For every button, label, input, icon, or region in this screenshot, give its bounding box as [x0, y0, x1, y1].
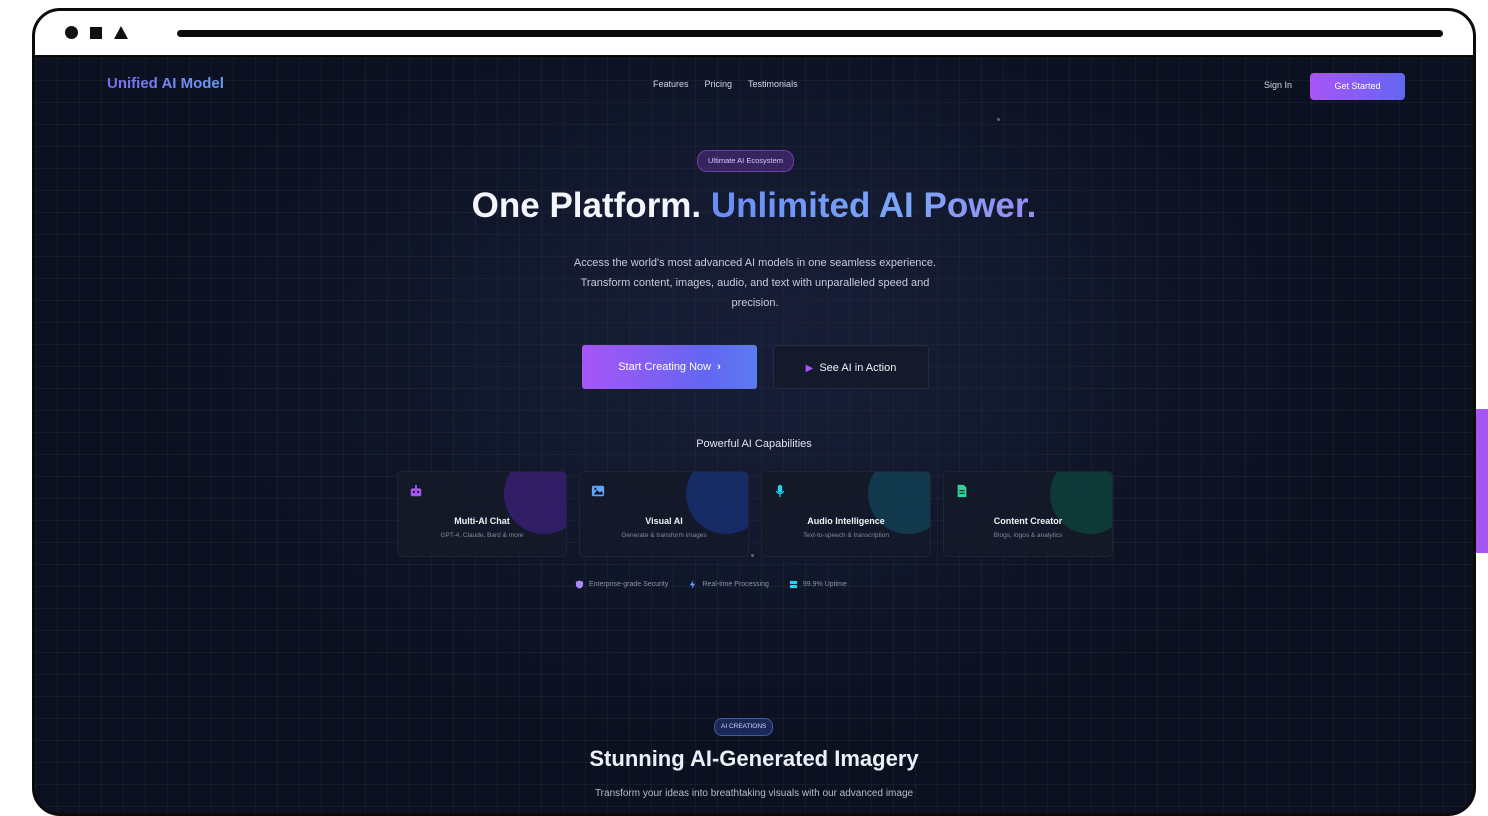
nav-link-features[interactable]: Features [653, 79, 689, 89]
card-title: Audio Intelligence [807, 516, 885, 526]
browser-title-bar [35, 11, 1473, 58]
feature-label: Enterprise-grade Security [589, 581, 669, 588]
creations-subtitle: Transform your ideas into breathtaking v… [594, 788, 914, 799]
server-icon [789, 580, 798, 589]
lightning-icon [690, 580, 696, 589]
window-controls [65, 26, 128, 39]
hero-subtitle: Access the world's most advanced AI mode… [505, 253, 1005, 313]
robot-icon [410, 484, 422, 497]
minimize-triangle-icon[interactable] [114, 26, 128, 39]
card-title: Multi-AI Chat [454, 516, 510, 526]
hero-subtitle-line: Access the world's most advanced AI mode… [573, 257, 937, 269]
see-ai-in-action-button[interactable]: ▶ See AI in Action [773, 345, 929, 389]
browser-window: Unified AI Model Features Pricing Testim… [32, 8, 1476, 816]
top-navigation: Unified AI Model Features Pricing Testim… [35, 58, 1473, 114]
feature-highlights: Enterprise-grade Security Real-time Proc… [575, 580, 847, 589]
feature-label: 99.9% Uptime [802, 581, 847, 588]
capability-cards: Multi-AI Chat GPT-4, Claude, Bard & more… [397, 471, 1113, 557]
hero-title: One Platform. Unlimited AI Power. [35, 186, 1473, 226]
shield-icon [575, 580, 584, 589]
see-ai-label: See AI in Action [819, 362, 897, 374]
feature-security: Enterprise-grade Security [575, 580, 668, 589]
card-title: Visual AI [645, 516, 683, 526]
card-description: Text-to-speech & transcription [803, 532, 889, 539]
card-multi-ai-chat[interactable]: Multi-AI Chat GPT-4, Claude, Bard & more [397, 471, 567, 557]
hero-badge: Ultimate AI Ecosystem [697, 150, 795, 172]
card-audio-intelligence[interactable]: Audio Intelligence Text-to-speech & tran… [761, 471, 931, 557]
play-icon: ▶ [805, 363, 814, 374]
nav-link-pricing[interactable]: Pricing [705, 79, 733, 89]
creations-title: Stunning AI-Generated Imagery [589, 746, 919, 771]
address-bar[interactable] [177, 30, 1443, 37]
nav-link-testimonials[interactable]: Testimonials [748, 79, 798, 89]
card-description: Generate & transform images [621, 532, 707, 539]
card-description: GPT-4, Claude, Bard & more [440, 532, 524, 539]
start-creating-label: Start Creating Now [618, 361, 712, 373]
hero-title-accent: Unlimited AI Power. [710, 186, 1037, 225]
feature-label: Real-time Processing [702, 581, 769, 588]
creations-badge: AI CREATIONS [714, 718, 774, 736]
hero-title-main: One Platform. [471, 186, 702, 225]
maximize-square-icon[interactable] [90, 26, 102, 39]
image-icon [591, 485, 605, 497]
chevron-right-icon: › [717, 361, 721, 373]
hero-subtitle-line: precision. [731, 297, 779, 309]
card-content-creator[interactable]: Content Creator Blogs, logos & analytics [943, 471, 1113, 557]
sign-in-link[interactable]: Sign In [1264, 80, 1292, 90]
start-creating-button[interactable]: Start Creating Now › [582, 345, 757, 389]
close-circle-icon[interactable] [65, 26, 78, 39]
microphone-icon [775, 484, 785, 498]
capabilities-heading: Powerful AI Capabilities [696, 438, 812, 450]
brand-logo[interactable]: Unified AI Model [107, 75, 224, 92]
get-started-button[interactable]: Get Started [1310, 73, 1405, 100]
card-description: Blogs, logos & analytics [993, 532, 1063, 539]
hero-subtitle-line: Transform content, images, audio, and te… [580, 277, 930, 289]
side-feedback-tab[interactable] [1476, 409, 1488, 553]
feature-realtime: Real-time Processing [688, 580, 769, 589]
nav-links: Features Pricing Testimonials [653, 79, 798, 89]
page-viewport: Unified AI Model Features Pricing Testim… [35, 58, 1473, 813]
sparkle-dot [997, 118, 1000, 121]
card-visual-ai[interactable]: Visual AI Generate & transform images [579, 471, 749, 557]
feature-uptime: 99.9% Uptime [789, 580, 847, 589]
document-icon [957, 484, 967, 498]
card-title: Content Creator [993, 516, 1063, 526]
